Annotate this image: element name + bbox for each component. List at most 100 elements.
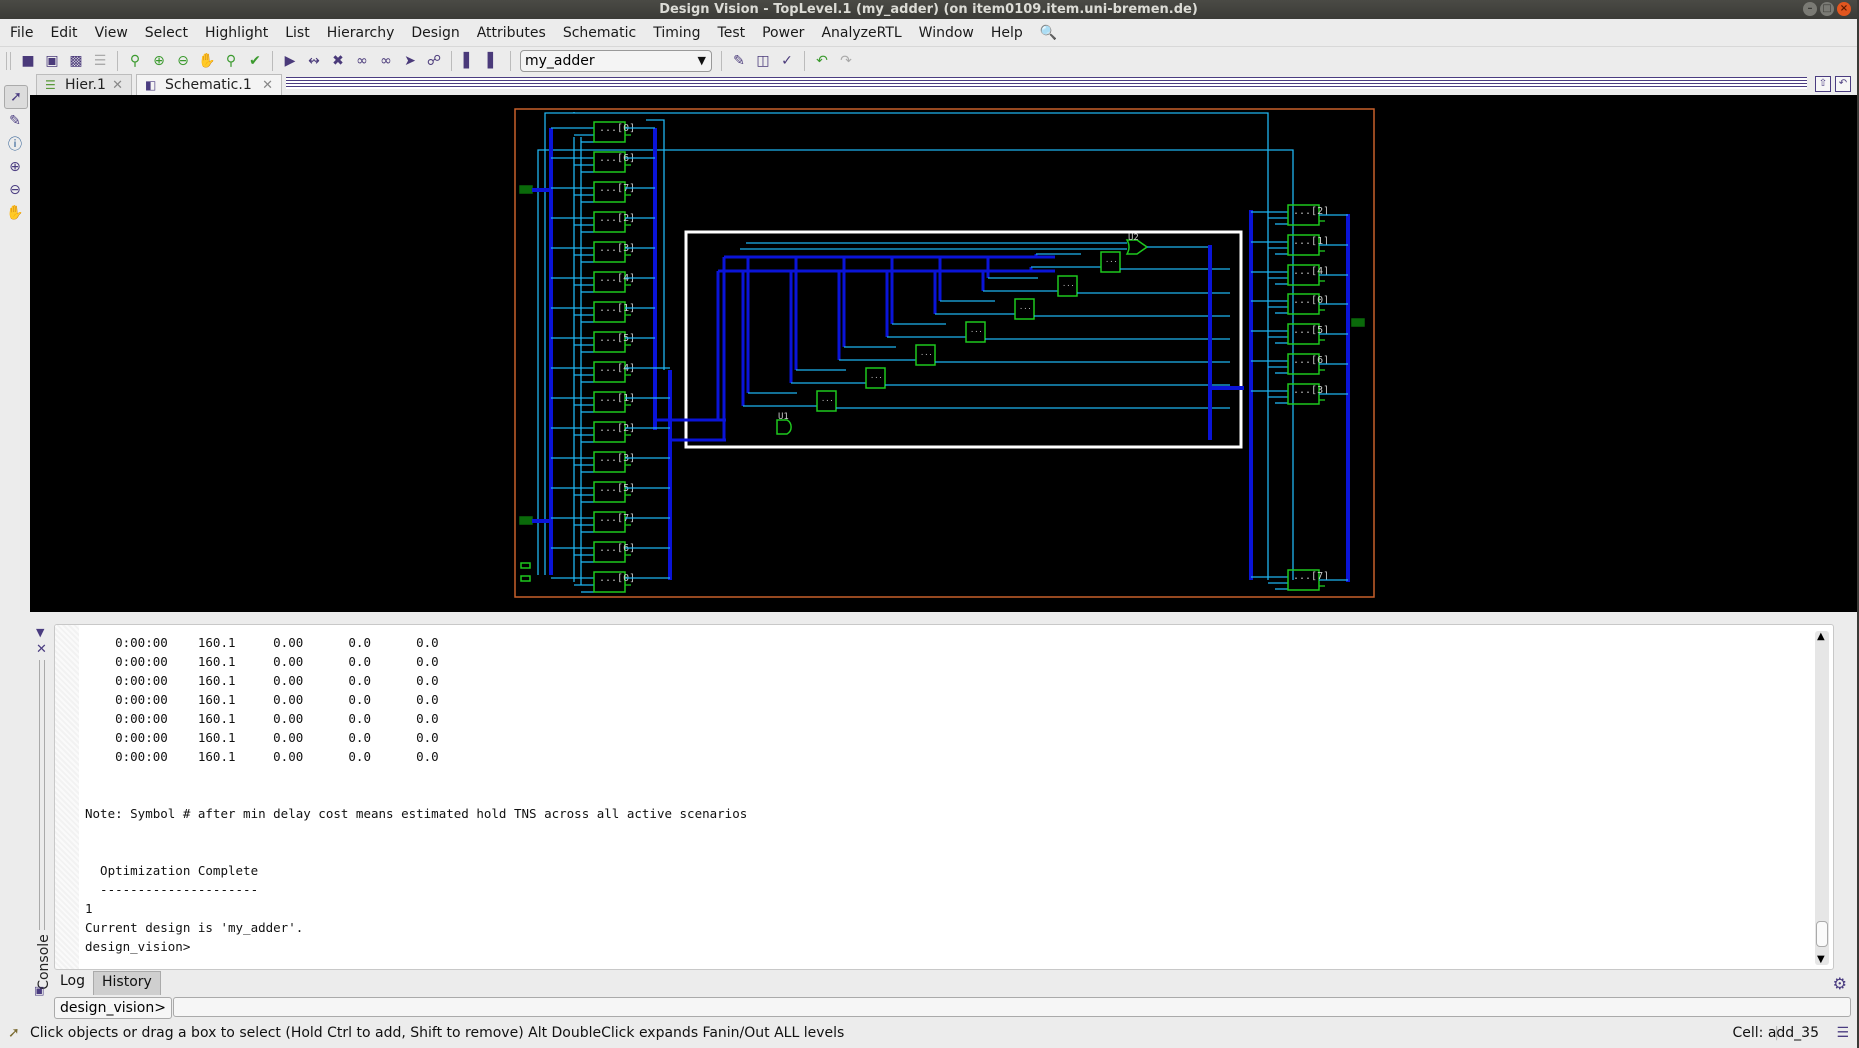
script-editor-icon[interactable]: ☰ [90,51,110,71]
menu-timing[interactable]: Timing [643,25,707,41]
title-bar: Design Vision - TopLevel.1 (my_adder) (o… [0,0,1857,19]
menu-hierarchy[interactable]: Hierarchy [317,25,402,41]
menu-list[interactable]: List [275,25,316,41]
adder-cell-label: ... [1105,256,1118,264]
console-side-bar: ▼ ✕ Console ▣ [30,614,52,1005]
design-selector-value: my_adder [525,52,595,69]
save-icon[interactable]: ▣ [42,51,62,71]
gear-icon[interactable]: ⚙ [1833,974,1847,993]
fanout-icon[interactable]: ∞ [376,51,396,71]
maximize-button[interactable]: □ [1820,2,1834,16]
pencil-icon[interactable]: ✎ [4,110,26,132]
expand-icon[interactable]: ✖ [328,51,348,71]
collapse-icon[interactable]: ▼ [36,626,44,639]
menu-design[interactable]: Design [401,25,466,41]
design-frame[interactable] [514,108,1375,598]
search-icon[interactable]: 🔍 [1030,25,1064,41]
tab-log[interactable]: Log [52,971,93,995]
zoom-fit-icon[interactable]: ⚲ [125,51,145,71]
report-nc-icon[interactable]: ▌ [483,51,503,71]
menu-view[interactable]: View [85,25,135,41]
command-input[interactable] [173,997,1851,1017]
menu-power[interactable]: Power [752,25,811,41]
close-icon[interactable]: ✕ [112,75,123,96]
output-port-sum[interactable] [1351,318,1365,327]
maximize-pane-icon[interactable]: ⇧ [1815,76,1831,92]
scroll-up-icon[interactable]: ▲ [1817,631,1825,642]
print-icon[interactable]: ▩ [66,51,86,71]
adder-cell-label: ... [870,372,883,380]
tab-hier[interactable]: ☰ Hier.1 ✕ [36,74,132,95]
menu-highlight[interactable]: Highlight [195,25,275,41]
zoom-in-icon[interactable]: ⊕ [149,51,169,71]
select-tool-icon[interactable]: ✔ [245,51,265,71]
gate-icon[interactable]: ▶ [280,51,300,71]
open-folder-icon[interactable]: ■ [18,51,38,71]
menu-file[interactable]: File [0,25,40,41]
schematic-canvas[interactable]: ...[0] ...[6] ...[7] ...[2] ...[3] ...[4] ...[… [30,95,1857,612]
erase-icon[interactable]: ✎ [729,51,749,71]
fanin-icon[interactable]: ∞ [352,51,372,71]
adder-cell-label: ... [970,326,983,334]
menu-attributes[interactable]: Attributes [467,25,553,41]
input-port-c[interactable] [520,575,531,582]
menu-analyzertl[interactable]: AnalyzeRTL [811,25,908,41]
console-log[interactable]: 0:00:00 160.1 0.00 0.0 0.0 0:00:00 160.1… [54,624,1834,970]
command-prompt-label: design_vision> [54,997,172,1019]
console-grip[interactable] [39,660,45,930]
tab-schematic[interactable]: ◧ Schematic.1 ✕ [136,74,282,95]
menu-select[interactable]: Select [135,25,195,41]
toolbar-grip[interactable] [6,51,11,70]
close-icon[interactable]: ✕ [36,642,47,657]
and-gate-u1[interactable] [776,419,792,435]
close-button[interactable]: × [1837,2,1851,16]
input-port-b[interactable] [519,516,533,525]
scroll-thumb[interactable] [1816,921,1828,947]
design-selector[interactable]: my_adder ▼ [520,49,712,72]
console-line: 0:00:00 160.1 0.00 0.0 0.0 [85,730,439,745]
menu-test[interactable]: Test [708,25,753,41]
zoom-out-icon[interactable]: ⊖ [173,51,193,71]
console-line: 0:00:00 160.1 0.00 0.0 0.0 [85,749,439,764]
forward-icon[interactable]: ↷ [836,51,856,71]
tab-history[interactable]: History [93,971,161,995]
menu-window[interactable]: Window [909,25,981,41]
path-icon[interactable]: ➤ [400,51,420,71]
scroll-down-icon[interactable]: ▼ [1817,954,1825,965]
timing-bars-icon[interactable]: ◫ [753,51,773,71]
close-icon[interactable]: ✕ [262,75,273,96]
check-icon[interactable]: ✓ [777,51,797,71]
window-title: Design Vision - TopLevel.1 (my_adder) (o… [659,2,1198,17]
console-side-label: Console [35,934,52,990]
console-line: 0:00:00 160.1 0.00 0.0 0.0 [85,654,439,669]
terminal-icon: ▣ [34,984,45,997]
task-list-icon[interactable]: ☰ [1836,1020,1849,1046]
menu-help[interactable]: Help [981,25,1030,41]
console-line: Optimization Complete [85,863,259,878]
input-port-a[interactable] [519,185,533,194]
info-icon[interactable]: ⓘ [4,133,26,155]
restore-pane-icon[interactable]: ↶ [1835,76,1851,92]
pan-hand-icon[interactable]: ✋ [197,51,217,71]
schematic-drawing[interactable]: ...[0]...[6]...[7]...[2]...[3]...[4]...[… [30,95,1857,612]
hand-icon[interactable]: ✋ [4,202,26,224]
chevron-down-icon[interactable]: ▼ [698,51,706,71]
zoom-in-icon[interactable]: ⊕ [4,156,26,178]
zoom-full-icon[interactable]: ⚲ [221,51,241,71]
minimize-button[interactable]: – [1803,2,1817,16]
console-line: design_vision> [85,939,191,954]
menu-edit[interactable]: Edit [40,25,84,41]
select-arrow-icon[interactable]: ➚ [4,85,28,109]
console-line: Current design is 'my_adder'. [85,920,304,935]
back-icon[interactable]: ↶ [812,51,832,71]
input-port-ci[interactable] [520,562,531,569]
menu-schematic[interactable]: Schematic [553,25,643,41]
zoom-out-icon[interactable]: ⊖ [4,179,26,201]
hierarchy-icon[interactable]: ☍ [424,51,444,71]
report-ps-icon[interactable]: ▌ [459,51,479,71]
menu-bar: File Edit View Select Highlight List Hie… [0,20,1857,46]
tab-drag-area[interactable] [286,77,1807,89]
console-scrollbar[interactable]: ▲ ▼ [1815,631,1829,965]
bus-icon[interactable]: ↭ [304,51,324,71]
